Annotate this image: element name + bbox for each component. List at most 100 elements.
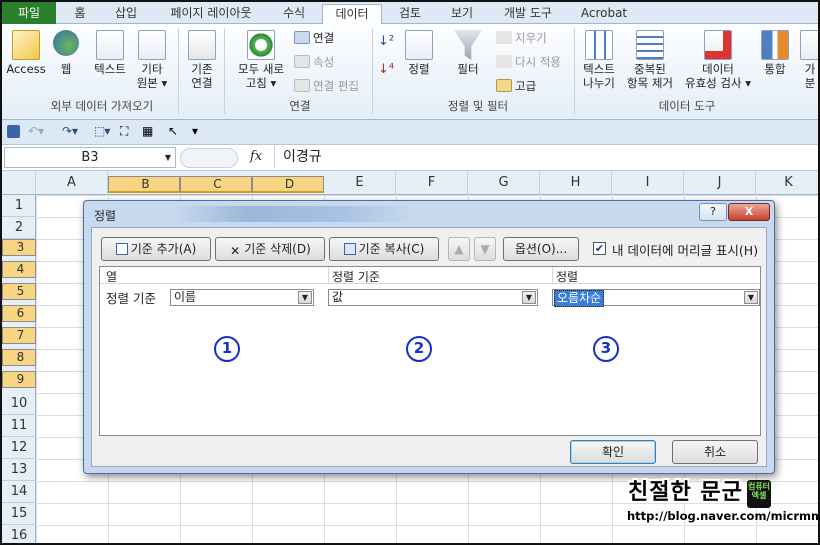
data-validation-button[interactable]: 데이터 유효성 검사 ▾: [680, 30, 756, 90]
consolidate-button[interactable]: 통합: [758, 30, 792, 76]
grid-icon[interactable]: ▦: [142, 124, 153, 138]
tab-acrobat[interactable]: Acrobat: [576, 4, 632, 24]
row-header[interactable]: 7: [2, 327, 36, 344]
text-to-columns-button[interactable]: 텍스트 나누기: [578, 30, 620, 90]
formula-resize-handle[interactable]: [180, 148, 238, 168]
row-header[interactable]: 2: [2, 217, 36, 239]
tab-review[interactable]: 검토: [390, 4, 430, 24]
column-headers: A B C D E F G H I J K: [2, 171, 818, 195]
column-header-d[interactable]: D: [252, 176, 324, 193]
row-header[interactable]: 14: [2, 481, 36, 503]
undo-icon[interactable]: ↶▾: [28, 124, 44, 138]
tab-insert[interactable]: 삽입: [106, 4, 146, 24]
tab-developer[interactable]: 개발 도구: [492, 4, 564, 24]
from-web-button[interactable]: 웹: [52, 30, 80, 76]
column-header-h[interactable]: H: [540, 171, 612, 195]
sort-button[interactable]: 정렬: [402, 30, 436, 76]
formula-bar: B3 ▼ fx 이경규: [2, 145, 818, 171]
pointer-icon[interactable]: ↖: [168, 124, 178, 138]
help-button[interactable]: ?: [699, 203, 727, 221]
sort-asc-button[interactable]: ↓²: [378, 34, 394, 50]
refresh-label-2: 고침: [245, 76, 267, 90]
chevron-down-icon: ▼: [164, 153, 171, 162]
save-icon[interactable]: [7, 125, 20, 138]
clear-button[interactable]: 지우기: [496, 30, 547, 46]
options-button[interactable]: 옵션(O)...: [503, 237, 579, 261]
order-select[interactable]: 오름차순 ▼: [552, 289, 760, 307]
group-connections: 연결: [289, 99, 311, 113]
other-sources-button[interactable]: 기타 원본 ▾: [136, 30, 168, 90]
column-header-f[interactable]: F: [396, 171, 468, 195]
row-header[interactable]: 1: [2, 195, 36, 217]
from-text-button[interactable]: 텍스트: [88, 30, 132, 76]
remove-duplicates-button[interactable]: 중복된 항목 제거: [622, 30, 678, 90]
column-header-e[interactable]: E: [324, 171, 396, 195]
sort-level-row[interactable]: 정렬 기준 이름 ▼ 값 ▼ 오름차순 ▼: [100, 284, 760, 308]
from-access-button[interactable]: Access: [6, 30, 46, 76]
column-header-b[interactable]: B: [108, 176, 180, 193]
tab-data[interactable]: 데이터: [322, 4, 382, 25]
tab-view[interactable]: 보기: [442, 4, 482, 24]
has-headers-checkbox[interactable]: ✔: [593, 242, 606, 255]
copy-level-label: 기준 복사(C): [358, 242, 425, 256]
customize-icon[interactable]: ▾: [192, 124, 198, 138]
row-header[interactable]: 15: [2, 503, 36, 525]
group-data-tools: 데이터 도구: [658, 99, 716, 113]
column-header-g[interactable]: G: [468, 171, 540, 195]
marquee-icon[interactable]: ⬚▾: [94, 124, 110, 138]
row-header[interactable]: 12: [2, 437, 36, 459]
row-header[interactable]: 6: [2, 305, 36, 322]
annotation-marker-1: 1: [214, 336, 240, 362]
redo-icon[interactable]: ↷▾: [62, 124, 78, 138]
row-header[interactable]: 9: [2, 371, 36, 388]
tab-page-layout[interactable]: 페이지 레이아웃: [158, 4, 264, 24]
row-header[interactable]: 8: [2, 349, 36, 366]
row-header[interactable]: 10: [2, 393, 36, 415]
name-box[interactable]: B3 ▼: [4, 147, 176, 168]
row-header[interactable]: 11: [2, 415, 36, 437]
column-header-i[interactable]: I: [612, 171, 684, 195]
cancel-button[interactable]: 취소: [672, 440, 758, 464]
delete-level-button[interactable]: ✕ 기준 삭제(D): [215, 237, 325, 261]
tab-home[interactable]: 홈: [62, 4, 98, 24]
connections-button[interactable]: 연결: [294, 30, 334, 46]
row-header[interactable]: 4: [2, 261, 36, 278]
sort-desc-button[interactable]: ↓⁴: [378, 62, 394, 78]
properties-button[interactable]: 속성: [294, 54, 334, 70]
reapply-icon: [496, 55, 512, 68]
fit-icon[interactable]: ⛶: [120, 124, 128, 139]
filter-button[interactable]: 필터: [450, 30, 486, 76]
what-if-button[interactable]: 가 분: [798, 30, 818, 90]
formula-input[interactable]: 이경규: [274, 146, 818, 168]
edit-links-button[interactable]: 연결 편집: [294, 78, 359, 94]
tab-formulas[interactable]: 수식: [274, 4, 314, 24]
row-headers: 1 2 3 4 5 6 7 8 9 10 11 12 13 14 15 16: [2, 195, 36, 543]
ok-button[interactable]: 확인: [570, 440, 656, 464]
row-header[interactable]: 13: [2, 459, 36, 481]
column-select[interactable]: 이름 ▼: [170, 289, 314, 306]
what-if-icon: [800, 30, 818, 60]
column-header-k[interactable]: K: [756, 171, 818, 195]
reapply-button[interactable]: 다시 적용: [496, 54, 561, 70]
refresh-all-button[interactable]: 모두 새로 고침 ▾: [230, 30, 292, 90]
add-level-icon: [115, 243, 128, 255]
existing-connections-button[interactable]: 기존 연결: [186, 30, 218, 90]
column-header-j[interactable]: J: [684, 171, 756, 195]
tab-file[interactable]: 파일: [2, 2, 56, 24]
column-header-c[interactable]: C: [180, 176, 252, 193]
advanced-button[interactable]: 고급: [496, 78, 536, 94]
watermark-badge: 컴퓨터 엑셀: [747, 480, 771, 508]
function-icon[interactable]: fx: [250, 149, 262, 164]
row-header[interactable]: 16: [2, 525, 36, 543]
properties-label: 속성: [313, 55, 335, 69]
copy-level-button[interactable]: 기준 복사(C): [329, 237, 439, 261]
move-down-button[interactable]: ▼: [474, 237, 496, 261]
column-header-a[interactable]: A: [36, 171, 108, 195]
move-up-button[interactable]: ▲: [448, 237, 470, 261]
select-all-corner[interactable]: [2, 171, 36, 195]
sort-on-select[interactable]: 값 ▼: [328, 289, 538, 306]
row-header[interactable]: 3: [2, 239, 36, 256]
add-level-button[interactable]: 기준 추가(A): [101, 237, 211, 261]
close-button[interactable]: X: [728, 203, 770, 221]
row-header[interactable]: 5: [2, 283, 36, 300]
